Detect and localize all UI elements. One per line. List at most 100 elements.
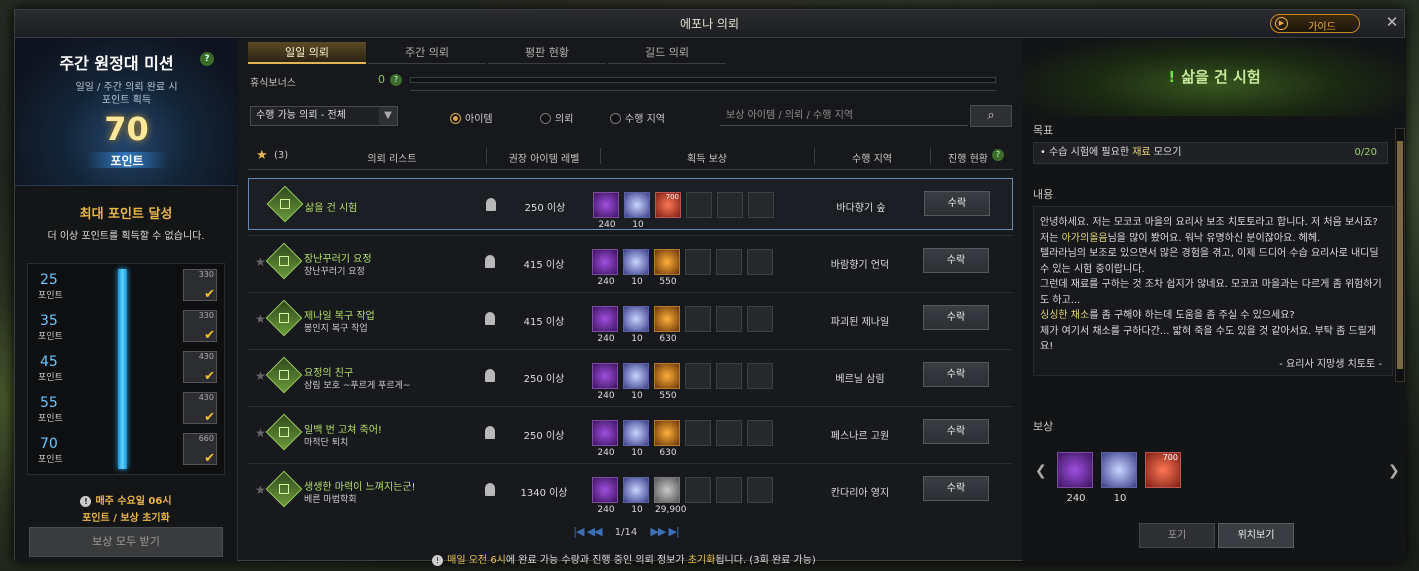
reward-slot-crys[interactable]: 10 (624, 192, 650, 230)
quest-subtitle: 마적단 퇴치 (304, 438, 349, 448)
help-icon[interactable]: ? (390, 74, 402, 86)
quest-type-icon (265, 299, 303, 337)
reward-slot-crys[interactable]: 10 (623, 420, 649, 458)
accept-button[interactable]: 수락 (923, 305, 989, 330)
reward-slot-crys[interactable]: 10 (623, 306, 649, 344)
reward-slot-fire[interactable]: 630 (654, 420, 680, 458)
accept-button[interactable]: 수락 (923, 476, 989, 501)
milestone-reward[interactable]: 660 ✔ (183, 433, 217, 466)
reward-slot-crys[interactable]: 10 (623, 249, 649, 287)
favorite-star-icon[interactable]: ★ (255, 369, 266, 383)
first-page-icon[interactable]: |◀ (573, 525, 584, 538)
reward-count: 330 (198, 311, 214, 320)
last-page-icon[interactable]: ▶| (669, 525, 680, 538)
header-divider (600, 148, 601, 164)
reward-crystal[interactable]: 10 (1101, 452, 1137, 504)
favorite-star-icon[interactable]: ★ (255, 483, 266, 497)
favorite-star-icon[interactable]: ★ (255, 312, 266, 326)
view-location-button[interactable]: 위치보기 (1218, 523, 1294, 548)
reward-slot-fire[interactable]: 550 (654, 363, 680, 401)
content-para: 안녕하세요. 저는 모코코 마을의 요리사 보조 치토토라고 합니다. 저 처음… (1040, 215, 1386, 246)
milestone-item: 70 포인트 660 ✔ (28, 429, 226, 469)
tab-weekly[interactable]: 주간 의뢰 (368, 42, 486, 64)
milestone-reward[interactable]: 330 ✔ (183, 310, 217, 343)
claim-all-button[interactable]: 보상 모두 받기 (29, 527, 223, 557)
reward-slot-gem[interactable]: 240 (592, 420, 618, 458)
favorite-star-icon[interactable]: ★ (255, 255, 266, 269)
rest-bonus-value: 0 (378, 73, 385, 86)
give-up-button[interactable]: 포기 (1139, 523, 1215, 548)
milestone-points: 70 (40, 436, 58, 452)
milestone-reward[interactable]: 330 ✔ (183, 269, 217, 302)
radio-dot (610, 113, 621, 124)
table-row[interactable]: ★ 생생한 마력이 느껴지는군! 베른 마법학회 1340 이상 240 10 29,900… (248, 463, 1013, 515)
reward-count: 10 (631, 505, 643, 515)
reward-count: 10 (631, 277, 643, 287)
accept-button[interactable]: 수락 (923, 419, 989, 444)
tab-daily[interactable]: 일일 의뢰 (248, 42, 366, 64)
reward-slot-gem[interactable]: 240 (592, 306, 618, 344)
item-level: 415 이상 (523, 260, 565, 271)
reward-slot-crys[interactable]: 10 (623, 363, 649, 401)
radio-quest[interactable]: 의뢰 (540, 110, 573, 125)
scrollbar[interactable] (1395, 128, 1405, 382)
tab-reputation[interactable]: 평판 현황 (488, 42, 606, 64)
table-row[interactable]: ★ 장난꾸러기 요정 장난꾸러기 요정 415 이상 240 10 550 바람향기 언덕 수락 (248, 235, 1013, 287)
accept-button[interactable]: 수락 (923, 248, 989, 273)
reward-gem[interactable]: 240 (1057, 452, 1093, 504)
search-icon[interactable]: ⌕ (970, 105, 1012, 127)
radio-area[interactable]: 수행 지역 (610, 110, 665, 125)
table-row[interactable]: 삶을 건 시험 250 이상 240 10 700 바다향기 숲 수락 (248, 178, 1013, 230)
milestone-reward[interactable]: 430 ✔ (183, 392, 217, 425)
accept-button[interactable]: 수락 (923, 362, 989, 387)
milestone-points: 35 (40, 313, 58, 329)
reward-heart[interactable]: 700 (1145, 452, 1181, 488)
milestone-points: 25 (40, 272, 58, 288)
reward-slot-gem[interactable]: 240 (592, 477, 618, 515)
empty-reward-slot (685, 306, 711, 332)
reward-count: 240 (597, 505, 615, 515)
reward-slot-heart[interactable]: 700 (655, 192, 681, 218)
reward-slot-fire[interactable]: 630 (654, 306, 680, 344)
favorite-star-icon[interactable]: ★ (256, 148, 268, 163)
prev-page-icon[interactable]: ◀◀ (587, 525, 603, 538)
reward-slot-gem[interactable]: 240 (592, 249, 618, 287)
signature: - 요리사 지망생 치토토 - (1279, 358, 1382, 370)
scrollbar-thumb[interactable] (1397, 141, 1403, 369)
reward-slot-gem[interactable]: 240 (592, 363, 618, 401)
reward-count: 550 (659, 391, 677, 401)
reward-slot-fire[interactable]: 550 (654, 249, 680, 287)
search-input[interactable]: 보상 아이템 / 의뢰 / 수행 지역 (720, 106, 968, 126)
table-row[interactable]: ★ 제나일 복구 작업 봉인지 복구 작업 415 이상 240 10 630 파괴된 제나일… (248, 292, 1013, 344)
radio-label: 의뢰 (555, 114, 574, 125)
weekly-mission-panel: 주간 원정대 미션 ? 일일 / 주간 의뢰 완료 시 포인트 획득 70 포인… (15, 38, 238, 562)
milestone-list: 25 포인트 330 ✔ 35 포인트 330 ✔ 45 포인트 430 ✔ 55 포… (27, 263, 225, 475)
info-icon: ! (80, 496, 92, 507)
quest-area: 바람향기 언덕 (830, 260, 890, 271)
milestone-reward[interactable]: 430 ✔ (183, 351, 217, 384)
quest-name: 일백 번 고쳐 죽어! (304, 425, 382, 436)
help-icon[interactable]: ? (992, 149, 1004, 161)
quest-filter-dropdown[interactable]: 수행 가능 의뢰 - 전체 ▼ (250, 106, 398, 126)
max-points-title: 최대 포인트 달성 (79, 207, 173, 222)
col-item-level: 권장 아이템 레벨 (508, 154, 580, 165)
reward-slot-coin[interactable]: 29,900 (654, 477, 687, 515)
empty-reward-slot (716, 249, 742, 275)
accept-button[interactable]: 수락 (924, 191, 990, 216)
guide-button[interactable]: ▶ 가이드 (1270, 14, 1360, 33)
reward-slot-gem[interactable]: 240 (593, 192, 619, 230)
close-icon[interactable]: ✕ (1383, 13, 1401, 31)
favorite-star-icon[interactable]: ★ (255, 426, 266, 440)
next-page-icon[interactable]: ▶▶ (650, 525, 666, 538)
reward-count: 10 (1113, 493, 1127, 504)
help-icon[interactable]: ? (200, 52, 214, 66)
chevron-down-icon: ▼ (379, 107, 397, 125)
chevron-right-icon[interactable]: ❯ (1388, 463, 1400, 479)
tab-guild[interactable]: 길드 의뢰 (608, 42, 726, 64)
table-row[interactable]: ★ 요정의 친구 삼림 보호 ~푸르게 푸르게~ 250 이상 240 10 550 베르닐 … (248, 349, 1013, 401)
radio-item[interactable]: 아이템 (450, 110, 493, 125)
title-bar: 에포나 의뢰 ▶ 가이드 ✕ (15, 10, 1404, 38)
table-row[interactable]: ★ 일백 번 고쳐 죽어! 마적단 퇴치 250 이상 240 10 630 페스나르 고원 수… (248, 406, 1013, 458)
content-para: 싱싱한 채소를 좀 구해야 하는데 도움을 좀 주실 수 있으세요? (1040, 308, 1386, 324)
reward-slot-crys[interactable]: 10 (623, 477, 649, 515)
